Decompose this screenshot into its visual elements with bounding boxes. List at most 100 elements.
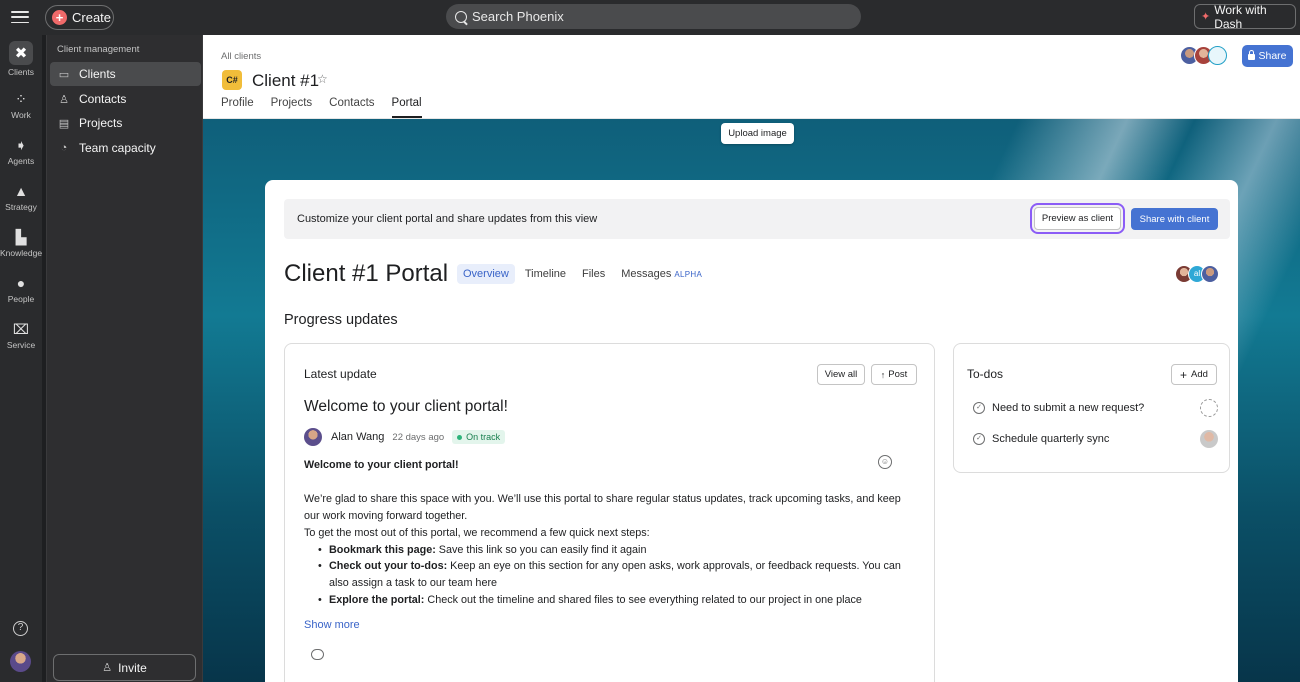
upload-image-button[interactable]: Upload image [721, 123, 794, 144]
portal-member-avatars[interactable]: al [1175, 265, 1219, 283]
tab-messages-label: Messages [621, 268, 672, 280]
sidebar-item-label: Projects [79, 116, 123, 130]
avatar[interactable] [1200, 430, 1218, 448]
sidebar-item-contacts[interactable]: ♙ Contacts [50, 87, 201, 111]
breadcrumb[interactable]: All clients [221, 51, 261, 62]
show-more-link[interactable]: Show more [304, 619, 360, 631]
preview-as-client-button[interactable]: Preview as client [1030, 203, 1125, 234]
post-button[interactable]: ↑ Post [871, 364, 917, 385]
rail-item-knowledge[interactable]: ▙ Knowledge [0, 229, 43, 259]
rail-label: Work [11, 110, 31, 120]
search-placeholder: Search Phoenix [472, 9, 564, 24]
person-icon: ♙ [102, 662, 113, 674]
tab-profile[interactable]: Profile [221, 97, 254, 118]
main-content: All clients C# Client #1 ☆ Profile Proje… [203, 35, 1300, 682]
update-time: 22 days ago [392, 431, 445, 443]
invite-button[interactable]: ♙ Invite [53, 654, 196, 681]
search-icon [455, 10, 467, 23]
contact-icon: ♙ [59, 93, 69, 106]
share-label: Share [1258, 50, 1287, 62]
service-icon: ⌧ [12, 320, 30, 337]
help-icon[interactable]: ? [13, 621, 28, 636]
rail-item-service[interactable]: ⌧ Service [0, 320, 42, 351]
latest-update-card: Latest update View all ↑ Post Welcome to… [284, 343, 935, 682]
arrow-up-icon: ↑ [880, 369, 886, 380]
update-body: Welcome to your client portal! We’re gla… [304, 457, 914, 609]
sidebar-item-label: Contacts [79, 92, 127, 106]
tab-contacts[interactable]: Contacts [329, 97, 374, 118]
todo-label: Schedule quarterly sync [992, 433, 1110, 445]
rail-item-agents[interactable]: ➧ Agents [0, 136, 42, 167]
share-with-client-button[interactable]: Share with client [1131, 208, 1218, 230]
member-avatars[interactable] [1180, 46, 1227, 65]
briefcase-icon: ▭ [58, 68, 70, 81]
avatar[interactable] [304, 428, 322, 446]
star-icon[interactable]: ☆ [317, 72, 328, 86]
view-all-button[interactable]: View all [817, 364, 865, 385]
lock-icon [1248, 50, 1256, 60]
next-steps-list: Bookmark this page: Save this link so yo… [318, 542, 914, 610]
avatar [1208, 46, 1227, 65]
rail-item-people[interactable]: ● People [0, 275, 42, 304]
update-title: Welcome to your client portal! [304, 398, 508, 415]
list-item-text: Check out the timeline and shared files … [424, 594, 862, 607]
todo-item[interactable]: ✓ Schedule quarterly sync [973, 430, 1218, 448]
body-paragraph: To get the most out of this portal, we r… [304, 526, 650, 539]
agents-icon: ➧ [15, 136, 27, 153]
list-item-bold: Explore the portal: [329, 594, 425, 607]
check-circle-icon[interactable]: ✓ [973, 402, 985, 414]
rail-item-strategy[interactable]: ▲ Strategy [0, 183, 42, 212]
portal-card: Customize your client portal and share u… [265, 180, 1238, 682]
search-input[interactable]: Search Phoenix [446, 4, 861, 29]
page-header: All clients C# Client #1 ☆ Profile Proje… [203, 35, 1300, 119]
user-avatar[interactable] [10, 651, 31, 672]
post-label: Post [888, 369, 908, 380]
rail-item-work[interactable]: ⁘ Work [0, 90, 42, 121]
work-with-dash-button[interactable]: ✦ Work with Dash [1194, 3, 1296, 31]
list-item-text: Save this link so you can easily find it… [435, 543, 647, 556]
tab-overview[interactable]: Overview [457, 264, 515, 284]
top-bar: + Create Search Phoenix ✦ Work with Dash [0, 0, 1300, 35]
portal-title: Client #1 Portal [284, 260, 449, 287]
section-title: Progress updates [284, 312, 398, 328]
strategy-icon: ▲ [14, 183, 28, 199]
notice-text: Customize your client portal and share u… [297, 213, 598, 225]
todos-heading: To-dos [967, 367, 1004, 381]
add-todo-button[interactable]: + Add [1171, 364, 1217, 385]
page-title: Client #1 [252, 71, 320, 90]
app-rail: ✖ Clients ⁘ Work ➧ Agents ▲ Strategy ▙ K… [0, 35, 42, 682]
work-icon: ⁘ [15, 90, 27, 107]
sidebar-item-clients[interactable]: ▭ Clients [50, 62, 201, 86]
list-item-bold: Check out your to-dos: [329, 560, 448, 573]
rail-item-clients[interactable]: ✖ Clients [0, 41, 42, 77]
create-button[interactable]: + Create [45, 5, 114, 30]
rail-label: Agents [7, 156, 35, 166]
sidebar-item-team-capacity[interactable]: ◔ Team capacity [50, 136, 201, 160]
tab-messages[interactable]: Messages ALPHA [615, 264, 708, 284]
list-item-bold: Bookmark this page: [329, 543, 436, 556]
todo-item[interactable]: ✓ Need to submit a new request? [973, 399, 1218, 417]
rail-label: Clients [8, 67, 34, 77]
tab-portal[interactable]: Portal [391, 97, 422, 118]
sidebar-item-projects[interactable]: ▤ Projects [50, 111, 201, 135]
tab-projects[interactable]: Projects [271, 97, 313, 118]
status-badge: On track [452, 430, 506, 444]
avatar [1201, 265, 1219, 283]
body-paragraph: We’re glad to share this space with you.… [304, 492, 901, 522]
rail-label: Knowledge [0, 248, 43, 258]
comment-icon[interactable] [311, 649, 324, 660]
clients-icon: ✖ [9, 41, 33, 65]
menu-icon[interactable] [11, 9, 29, 25]
author-name[interactable]: Alan Wang [331, 431, 384, 443]
tab-timeline[interactable]: Timeline [519, 264, 572, 284]
sidebar-item-label: Clients [79, 67, 116, 81]
check-circle-icon[interactable]: ✓ [973, 433, 985, 445]
tab-files[interactable]: Files [576, 264, 611, 284]
unassigned-avatar[interactable] [1200, 399, 1218, 417]
rail-label: Service [6, 340, 36, 350]
rail-label: People [7, 294, 35, 304]
project-tabs: Profile Projects Contacts Portal [221, 97, 422, 118]
clipboard-icon: ▤ [58, 117, 70, 130]
share-button[interactable]: Share [1242, 45, 1293, 67]
sidebar: Client management ▭ Clients ♙ Contacts ▤… [46, 35, 203, 682]
